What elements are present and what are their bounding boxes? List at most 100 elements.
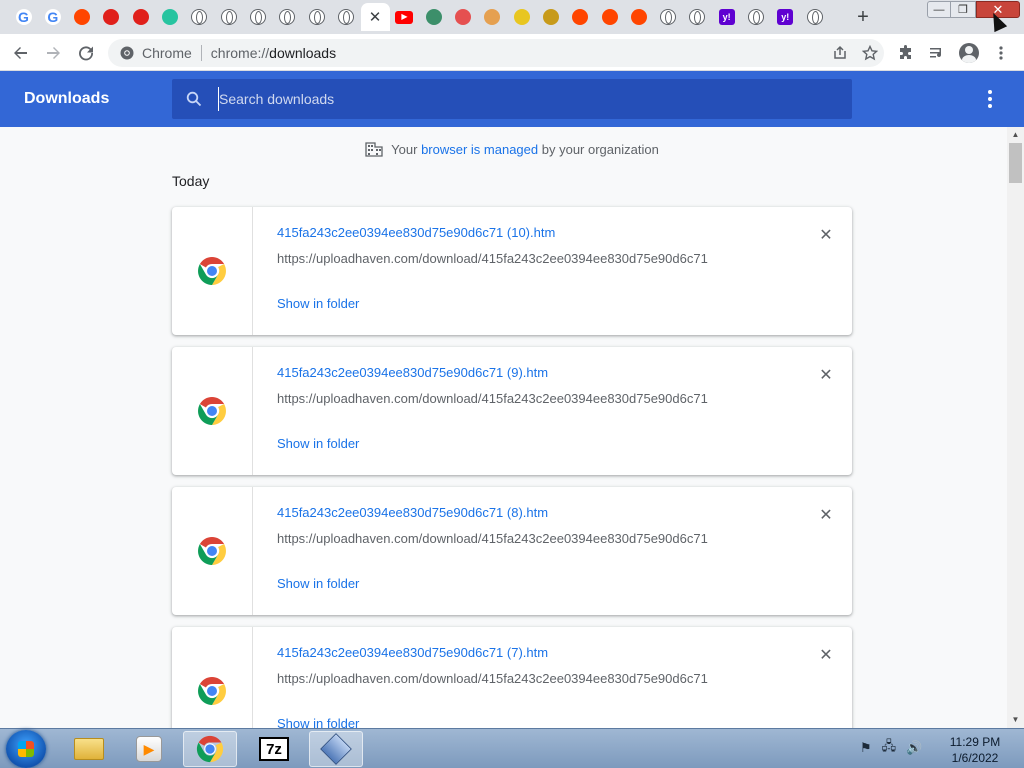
close-icon[interactable]: ✕ — [369, 8, 382, 26]
show-in-folder-link[interactable]: Show in folder — [277, 576, 359, 591]
tab-2[interactable] — [68, 3, 97, 31]
chrome-file-icon — [196, 535, 228, 567]
tab-17[interactable] — [507, 3, 536, 31]
taskbar-chrome[interactable] — [183, 731, 237, 767]
show-in-folder-link[interactable]: Show in folder — [277, 296, 359, 311]
arrow-right-icon — [47, 47, 60, 59]
tab-11[interactable] — [331, 3, 360, 31]
media-player-icon: ▶ — [136, 736, 162, 762]
tab-3[interactable] — [97, 3, 126, 31]
scroll-thumb[interactable] — [1009, 143, 1022, 183]
file-name-link[interactable]: 415fa243c2ee0394ee830d75e90d6c71 (8).htm — [277, 505, 548, 520]
tab-12[interactable]: ✕ — [360, 3, 390, 31]
tab-27[interactable] — [800, 3, 829, 31]
download-item: 415fa243c2ee0394ee830d75e90d6c71 (7).htm… — [172, 627, 852, 728]
taskbar-explorer[interactable] — [62, 731, 116, 767]
managed-link[interactable]: browser is managed — [421, 142, 538, 157]
tab-7[interactable] — [214, 3, 243, 31]
downloads-menu-icon[interactable] — [980, 87, 1000, 111]
volume-icon[interactable]: 🔊 — [906, 740, 922, 756]
tab-26[interactable]: y! — [771, 3, 800, 31]
download-item: 415fa243c2ee0394ee830d75e90d6c71 (10).ht… — [172, 207, 852, 335]
tab-19[interactable] — [566, 3, 595, 31]
search-input[interactable] — [218, 87, 818, 111]
globe-icon — [191, 9, 208, 25]
tab-14[interactable] — [419, 3, 448, 31]
file-icon-column — [172, 207, 253, 335]
globe-icon — [308, 9, 325, 25]
app-icon-orange — [484, 9, 501, 25]
file-name-link[interactable]: 415fa243c2ee0394ee830d75e90d6c71 (10).ht… — [277, 225, 555, 240]
bookmark-star-icon[interactable] — [862, 45, 878, 61]
close-icon: ✕ — [819, 507, 833, 524]
maximize-button[interactable]: ❐ — [951, 1, 976, 18]
show-in-folder-link[interactable]: Show in folder — [277, 716, 359, 728]
tab-22[interactable] — [654, 3, 683, 31]
cat-icon — [425, 9, 442, 25]
media-queue-icon[interactable] — [926, 42, 948, 64]
scroll-down-arrow[interactable]: ▼ — [1007, 712, 1024, 726]
tab-15[interactable] — [449, 3, 478, 31]
tab-18[interactable] — [536, 3, 565, 31]
scroll-up-arrow[interactable]: ▲ — [1007, 127, 1024, 141]
file-name-link[interactable]: 415fa243c2ee0394ee830d75e90d6c71 (7).htm — [277, 645, 548, 660]
system-tray: ⚑ 🖧 🔊 — [860, 737, 922, 759]
forward-button[interactable] — [40, 40, 66, 66]
browser-menu-icon[interactable] — [990, 42, 1012, 64]
app-icon-badge — [542, 9, 559, 25]
tab-6[interactable] — [185, 3, 214, 31]
page-scrollbar[interactable]: ▲ ▼ — [1007, 127, 1024, 728]
address-bar[interactable]: Chrome chrome://downloads — [108, 39, 884, 67]
tab-5[interactable] — [156, 3, 185, 31]
tab-8[interactable] — [243, 3, 272, 31]
extensions-puzzle-icon[interactable] — [895, 42, 917, 64]
remove-download-button[interactable]: ✕ — [816, 365, 836, 385]
7zip-icon: 7z — [259, 737, 289, 761]
close-icon: ✕ — [819, 367, 833, 384]
tab-25[interactable] — [742, 3, 771, 31]
new-tab-button[interactable]: + — [852, 4, 874, 30]
close-icon: ✕ — [819, 647, 833, 664]
app-icon-yellow — [513, 9, 530, 25]
start-button[interactable] — [6, 730, 46, 768]
tab-4[interactable] — [126, 3, 155, 31]
site-chip[interactable]: Chrome — [120, 45, 192, 61]
taskbar-7zip[interactable]: 7z — [247, 731, 301, 767]
file-icon-column — [172, 347, 253, 475]
download-item: 415fa243c2ee0394ee830d75e90d6c71 (8).htm… — [172, 487, 852, 615]
taskbar-media-player[interactable]: ▶ — [122, 731, 176, 767]
tab-1[interactable]: G — [38, 3, 67, 31]
file-name-link[interactable]: 415fa243c2ee0394ee830d75e90d6c71 (9).htm — [277, 365, 548, 380]
tab-16[interactable] — [478, 3, 507, 31]
tab-0[interactable]: G — [9, 3, 38, 31]
minimize-button[interactable]: — — [927, 1, 951, 18]
action-center-flag-icon[interactable]: ⚑ — [860, 740, 872, 756]
share-icon[interactable] — [832, 45, 848, 61]
tab-24[interactable]: y! — [712, 3, 741, 31]
yahoo-icon: y! — [718, 9, 735, 25]
search-box[interactable] — [172, 79, 852, 119]
virtualbox-icon — [320, 733, 352, 765]
tab-10[interactable] — [302, 3, 331, 31]
tab-9[interactable] — [273, 3, 302, 31]
clock-date: 1/6/2022 — [951, 751, 999, 765]
chrome-taskbar-icon — [196, 735, 224, 763]
remove-download-button[interactable]: ✕ — [816, 505, 836, 525]
taskbar-virtualbox[interactable] — [309, 731, 363, 767]
remove-download-button[interactable]: ✕ — [816, 645, 836, 665]
show-in-folder-link[interactable]: Show in folder — [277, 436, 359, 451]
downloads-header: Downloads — [0, 71, 1024, 127]
file-icon-column — [172, 627, 253, 728]
tab-21[interactable] — [624, 3, 653, 31]
folder-icon — [74, 738, 104, 760]
remove-download-button[interactable]: ✕ — [816, 225, 836, 245]
tab-13[interactable]: ▶ — [390, 3, 419, 31]
tab-23[interactable] — [683, 3, 712, 31]
reload-button[interactable] — [73, 40, 99, 66]
network-icon[interactable]: 🖧 — [882, 737, 897, 759]
back-button[interactable] — [8, 40, 34, 66]
omnibox-actions — [832, 39, 878, 67]
profile-avatar-icon[interactable] — [958, 42, 980, 64]
tab-20[interactable] — [595, 3, 624, 31]
system-clock[interactable]: 11:29 PM 1/6/2022 — [930, 734, 1020, 766]
